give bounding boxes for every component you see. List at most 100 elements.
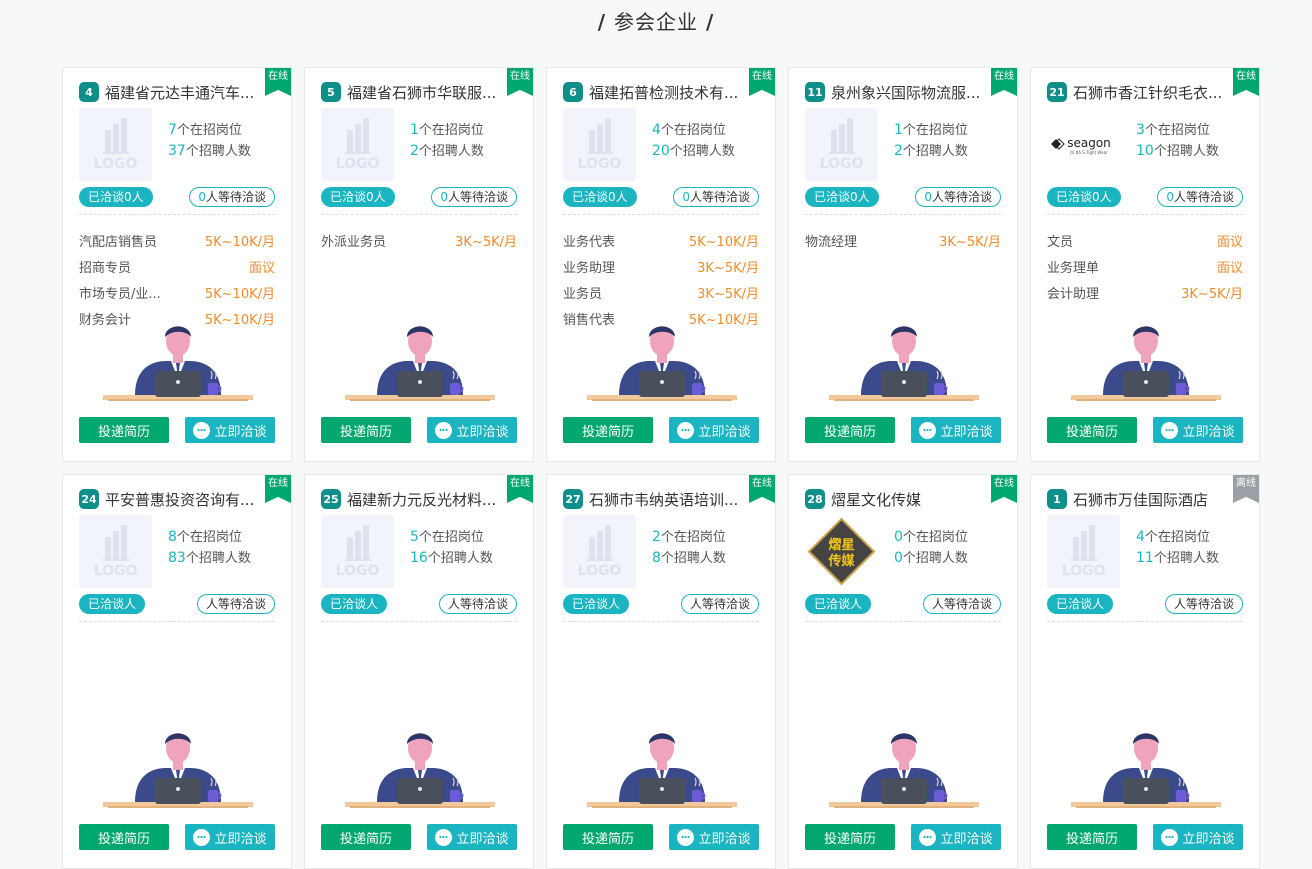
company-logo[interactable]: LOGO <box>805 108 878 181</box>
start-chat-button[interactable]: 立即洽谈 <box>1153 417 1243 443</box>
job-row[interactable]: 汽配店销售员 5K~10K/月 <box>79 227 275 253</box>
company-logo[interactable]: LOGO <box>79 108 152 181</box>
job-list: 外派业务员 3K~5K/月 <box>321 227 517 253</box>
chat-status-row: 已洽谈人 人等待洽谈 <box>563 594 759 614</box>
recruiter-illustration <box>587 733 737 808</box>
company-card[interactable]: 在线 4 福建省元达丰通汽车... LOGO 7个在招岗位 37个招聘人数 已洽… <box>62 67 292 462</box>
submit-resume-button[interactable]: 投递简历 <box>805 417 895 443</box>
company-logo[interactable]: LOGO <box>321 515 394 588</box>
svg-text:seagon: seagon <box>1067 136 1111 150</box>
headcount-count: 16个招聘人数 <box>410 550 493 566</box>
divider <box>321 621 517 622</box>
svg-text:传媒: 传媒 <box>827 553 855 569</box>
positions-count: 1个在招岗位 <box>894 122 968 138</box>
job-row[interactable]: 物流经理 3K~5K/月 <box>805 227 1001 253</box>
job-title[interactable]: 文员 <box>1047 231 1073 250</box>
start-chat-button[interactable]: 立即洽谈 <box>669 824 759 850</box>
start-chat-button[interactable]: 立即洽谈 <box>911 824 1001 850</box>
submit-resume-button[interactable]: 投递简历 <box>805 824 895 850</box>
submit-resume-button[interactable]: 投递简历 <box>1047 417 1137 443</box>
job-row[interactable]: 业务助理 3K~5K/月 <box>563 253 759 279</box>
job-title[interactable]: 物流经理 <box>805 231 857 250</box>
company-card[interactable]: 在线 11 泉州象兴国际物流服... LOGO 1个在招岗位 2个招聘人数 已洽… <box>788 67 1018 462</box>
job-row[interactable]: 文员 面议 <box>1047 227 1243 253</box>
job-salary: 5K~10K/月 <box>204 234 275 250</box>
submit-resume-button[interactable]: 投递简历 <box>321 417 411 443</box>
submit-resume-button[interactable]: 投递简历 <box>1047 824 1137 850</box>
company-logo[interactable]: 熠星 传媒 <box>805 515 878 588</box>
company-card[interactable]: 在线 28 熠星文化传媒 熠星 传媒 0个在招岗位 0个招聘人数 已洽谈人 人等… <box>788 474 1018 869</box>
submit-resume-button[interactable]: 投递简历 <box>563 417 653 443</box>
company-card[interactable]: 在线 25 福建新力元反光材料... LOGO 5个在招岗位 16个招聘人数 已… <box>304 474 534 869</box>
job-title[interactable]: 外派业务员 <box>321 231 386 250</box>
company-card[interactable]: 在线 21 石狮市香江针织毛衣... seagon JU KA S.Tight … <box>1030 67 1260 462</box>
online-status-ribbon: 在线 <box>991 475 1017 503</box>
company-logo[interactable]: LOGO <box>79 515 152 588</box>
card-header[interactable]: 5 福建省石狮市华联服... <box>321 81 503 103</box>
job-row[interactable]: 招商专员 面议 <box>79 253 275 279</box>
card-header[interactable]: 1 石狮市万佳国际酒店 <box>1047 488 1229 510</box>
company-logo[interactable]: LOGO <box>1047 515 1120 588</box>
waiting-count-badge: 人等待洽谈 <box>922 594 1001 614</box>
job-row[interactable]: 市场专员/业... 5K~10K/月 <box>79 279 275 305</box>
start-chat-button[interactable]: 立即洽谈 <box>427 417 517 443</box>
chat-status-row: 已洽谈人 人等待洽谈 <box>805 594 1001 614</box>
company-card[interactable]: 在线 6 福建拓普检测技术有... LOGO 4个在招岗位 20个招聘人数 已洽… <box>546 67 776 462</box>
company-name-link[interactable]: 熠星文化传媒 <box>831 489 921 510</box>
job-title[interactable]: 招商专员 <box>79 257 131 276</box>
company-name-link[interactable]: 石狮市香江针织毛衣... <box>1073 82 1222 103</box>
card-header[interactable]: 11 泉州象兴国际物流服... <box>805 81 987 103</box>
company-name-link[interactable]: 福建新力元反光材料... <box>347 489 496 510</box>
job-row[interactable]: 外派业务员 3K~5K/月 <box>321 227 517 253</box>
company-name-link[interactable]: 石狮市韦纳英语培训... <box>589 489 738 510</box>
job-title[interactable]: 市场专员/业... <box>79 283 161 302</box>
job-title[interactable]: 汽配店销售员 <box>79 231 157 250</box>
company-name-link[interactable]: 石狮市万佳国际酒店 <box>1073 489 1208 510</box>
job-title[interactable]: 业务员 <box>563 283 602 302</box>
card-header[interactable]: 28 熠星文化传媒 <box>805 488 987 510</box>
submit-resume-button[interactable]: 投递简历 <box>563 824 653 850</box>
submit-resume-button[interactable]: 投递简历 <box>79 824 169 850</box>
card-header[interactable]: 6 福建拓普检测技术有... <box>563 81 745 103</box>
job-row[interactable]: 业务代表 5K~10K/月 <box>563 227 759 253</box>
company-card[interactable]: 在线 24 平安普惠投资咨询有... LOGO 8个在招岗位 83个招聘人数 已… <box>62 474 292 869</box>
card-header[interactable]: 27 石狮市韦纳英语培训... <box>563 488 745 510</box>
start-chat-button[interactable]: 立即洽谈 <box>669 417 759 443</box>
company-card[interactable]: 在线 27 石狮市韦纳英语培训... LOGO 2个在招岗位 8个招聘人数 已洽… <box>546 474 776 869</box>
chatted-count-badge: 已洽谈人 <box>321 594 388 614</box>
start-chat-button[interactable]: 立即洽谈 <box>1153 824 1243 850</box>
job-row[interactable]: 业务理单 面议 <box>1047 253 1243 279</box>
submit-resume-button[interactable]: 投递简历 <box>79 417 169 443</box>
chat-bubble-icon <box>919 421 937 439</box>
company-name-link[interactable]: 福建省石狮市华联服... <box>347 82 496 103</box>
company-card[interactable]: 离线 1 石狮市万佳国际酒店 LOGO 4个在招岗位 11个招聘人数 已洽谈人 … <box>1030 474 1260 869</box>
start-chat-button[interactable]: 立即洽谈 <box>185 824 275 850</box>
job-row[interactable]: 业务员 3K~5K/月 <box>563 279 759 305</box>
booth-number-badge: 25 <box>321 489 341 509</box>
card-header[interactable]: 4 福建省元达丰通汽车... <box>79 81 261 103</box>
company-name-link[interactable]: 泉州象兴国际物流服... <box>831 82 980 103</box>
start-chat-button[interactable]: 立即洽谈 <box>911 417 1001 443</box>
card-header[interactable]: 25 福建新力元反光材料... <box>321 488 503 510</box>
start-chat-button[interactable]: 立即洽谈 <box>427 824 517 850</box>
company-name-link[interactable]: 福建拓普检测技术有... <box>589 82 738 103</box>
card-header[interactable]: 24 平安普惠投资咨询有... <box>79 488 261 510</box>
job-title[interactable]: 会计助理 <box>1047 283 1099 302</box>
company-logo[interactable]: LOGO <box>563 108 636 181</box>
card-header[interactable]: 21 石狮市香江针织毛衣... <box>1047 81 1229 103</box>
submit-resume-button[interactable]: 投递简历 <box>321 824 411 850</box>
company-name-link[interactable]: 福建省元达丰通汽车... <box>105 82 254 103</box>
chatted-count-badge: 已洽谈0人 <box>805 187 879 207</box>
job-title[interactable]: 业务代表 <box>563 231 615 250</box>
company-name-link[interactable]: 平安普惠投资咨询有... <box>105 489 254 510</box>
divider <box>805 621 1001 622</box>
job-row[interactable]: 会计助理 3K~5K/月 <box>1047 279 1243 305</box>
waiting-count-badge: 0人等待洽谈 <box>673 187 759 207</box>
company-logo[interactable]: seagon JU KA S.Tight Wear <box>1047 108 1120 181</box>
company-card[interactable]: 在线 5 福建省石狮市华联服... LOGO 1个在招岗位 2个招聘人数 已洽谈… <box>304 67 534 462</box>
company-logo[interactable]: LOGO <box>321 108 394 181</box>
start-chat-button[interactable]: 立即洽谈 <box>185 417 275 443</box>
job-title[interactable]: 业务助理 <box>563 257 615 276</box>
job-title[interactable]: 业务理单 <box>1047 257 1099 276</box>
company-logo[interactable]: LOGO <box>563 515 636 588</box>
